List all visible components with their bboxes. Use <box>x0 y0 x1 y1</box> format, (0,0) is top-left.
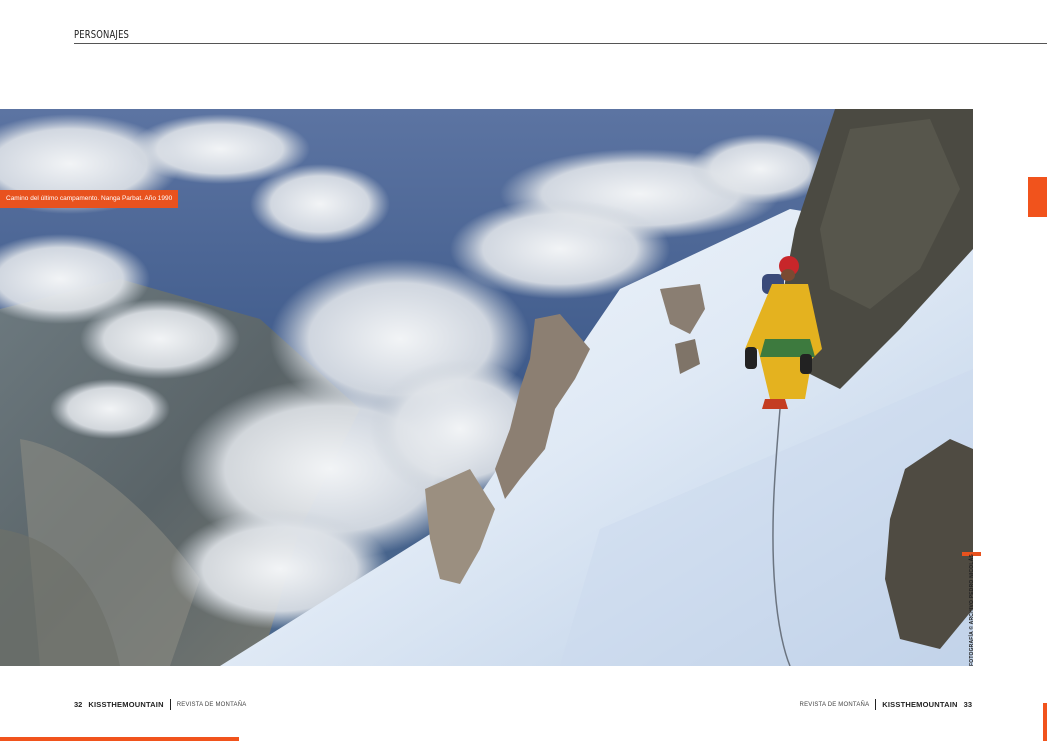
magazine-right: REVISTA DE MONTAÑA <box>799 701 870 708</box>
footer-left: 32 KISSTHEMOUNTAIN REVISTA DE MONTAÑA <box>74 699 246 710</box>
section-title: PERSONAJES <box>74 28 130 41</box>
page-edge-marker <box>1043 703 1047 741</box>
photo-caption: Camino del último campamento. Nanga Parb… <box>0 190 179 208</box>
magazine-left: REVISTA DE MONTAÑA <box>176 701 247 708</box>
photo-credit: FOTOGRAFÍA © ARCHIVO PEDRO NICOLÁS <box>969 554 975 666</box>
brand-left: KISSTHEMOUNTAIN <box>88 700 164 709</box>
page-number-left: 32 <box>74 700 83 709</box>
header-rule <box>74 43 1047 44</box>
footer-divider-left <box>169 699 171 710</box>
bottom-accent-bar <box>0 737 239 741</box>
brand-right: KISSTHEMOUNTAIN <box>882 700 958 709</box>
page-number-right: 33 <box>963 700 972 709</box>
section-tab-marker <box>1028 177 1047 217</box>
footer-divider-right <box>875 699 877 710</box>
footer-right: REVISTA DE MONTAÑA KISSTHEMOUNTAIN 33 <box>800 699 972 710</box>
